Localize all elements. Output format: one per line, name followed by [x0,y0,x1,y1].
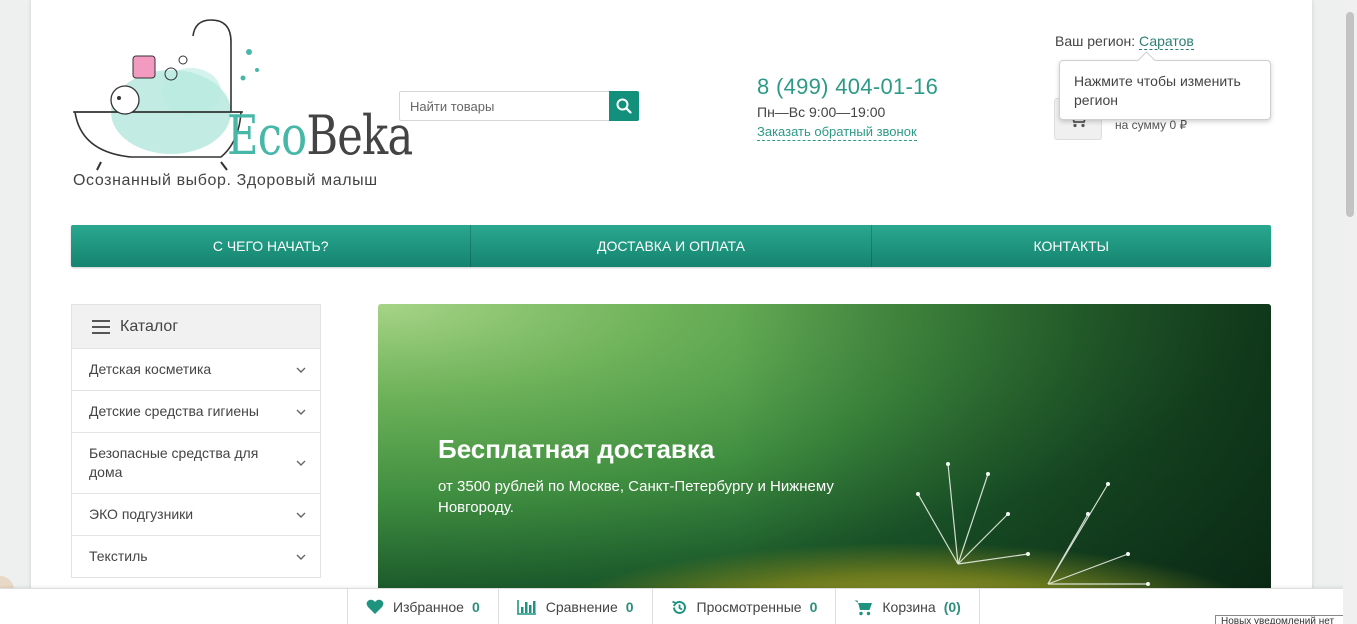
compare-label: Сравнение [545,599,618,615]
chevron-down-icon [296,554,306,560]
chevron-down-icon [296,460,306,466]
callback-link[interactable]: Заказать обратный звонок [757,124,917,141]
nav-item-delivery-payment[interactable]: Доставка и оплата [471,225,872,267]
catalog-item-label: Детские средства гигиены [89,403,259,419]
region-label: Ваш регион: [1055,33,1136,49]
catalog-item-label: ЭКО подгузники [89,506,194,522]
dandelion-image [916,462,1150,586]
logo-wordmark: EcoBeka [227,104,413,167]
cart-label: Корзина [882,599,936,615]
chevron-down-icon [296,367,306,373]
working-hours: Пн—Вс 9:00—19:00 [757,104,886,120]
compare-button[interactable]: Сравнение 0 [499,589,653,624]
promo-banner[interactable]: Бесплатная доставка от 3500 рублей по Мо… [378,304,1271,588]
page: EcoBeka Осознанный выбор. Здоровый малыш… [31,0,1312,624]
banner-subtitle: от 3500 рублей по Москве, Санкт-Петербур… [438,478,834,516]
compare-count: 0 [625,599,634,615]
favorites-button[interactable]: Избранное 0 [348,589,499,624]
phone-number[interactable]: 8 (499) 404-01-16 [757,74,938,100]
site-logo[interactable]: EcoBeka Осознанный выбор. Здоровый малыш [71,12,413,192]
scrollbar-thumb[interactable] [1346,12,1354,217]
banner-title: Бесплатная доставка [438,434,715,464]
main-nav: С чего начать? Доставка и оплата Контакт… [71,225,1271,267]
search-button[interactable] [609,91,639,121]
history-icon [671,600,686,614]
search-form [399,91,639,121]
cart-button[interactable]: Корзина (0) [836,589,980,624]
catalog-item-label: Безопасные средства для дома [89,445,259,480]
viewed-button[interactable]: Просмотренные 0 [653,589,837,624]
nav-item-getting-started[interactable]: С чего начать? [71,225,472,267]
catalog-item-eco-diapers[interactable]: ЭКО подгузники [72,494,320,536]
notifications-notice[interactable]: Новых уведомлений нет [1215,615,1357,624]
cart-sum: на сумму 0 ₽ [1115,118,1188,132]
catalog-title: Каталог [120,317,179,335]
catalog-item-label: Детская косметика [89,361,212,377]
region-city-link[interactable]: Саратов [1139,33,1194,50]
favorites-label: Избранное [393,599,464,615]
catalog-item-textile[interactable]: Текстиль [72,536,320,577]
cart-count: (0) [943,599,961,615]
bottom-toolbar: Избранное 0 Сравнение 0 Просмотренные 0 [0,588,1357,624]
region-selector: Ваш регион: Саратов [1055,33,1194,50]
viewed-count: 0 [809,599,818,615]
catalog-item-baby-hygiene[interactable]: Детские средства гигиены [72,391,320,433]
region-tooltip[interactable]: Нажмите чтобы изменить регион [1059,60,1271,120]
page-scrollbar[interactable] [1343,0,1357,624]
chevron-down-icon [296,409,306,415]
menu-icon [92,319,110,334]
bottom-toolbar-items: Избранное 0 Сравнение 0 Просмотренные 0 [347,589,980,624]
catalog-item-label: Текстиль [89,548,148,564]
catalog-header[interactable]: Каталог [72,305,320,349]
chevron-down-icon [296,512,306,518]
nav-item-contacts[interactable]: Контакты [872,225,1271,267]
bar-chart-icon [516,600,536,615]
logo-tagline: Осознанный выбор. Здоровый малыш [73,172,378,189]
cart-icon [854,600,873,615]
catalog-item-baby-cosmetics[interactable]: Детская косметика [72,349,320,391]
viewed-label: Просмотренные [696,599,802,615]
heart-icon [366,599,384,614]
search-icon [616,98,632,114]
search-input[interactable] [399,91,611,121]
catalog-item-home-products[interactable]: Безопасные средства для дома [72,433,320,494]
favorites-count: 0 [471,599,480,615]
catalog-sidebar: Каталог Детская косметика Детские средст… [71,304,321,578]
